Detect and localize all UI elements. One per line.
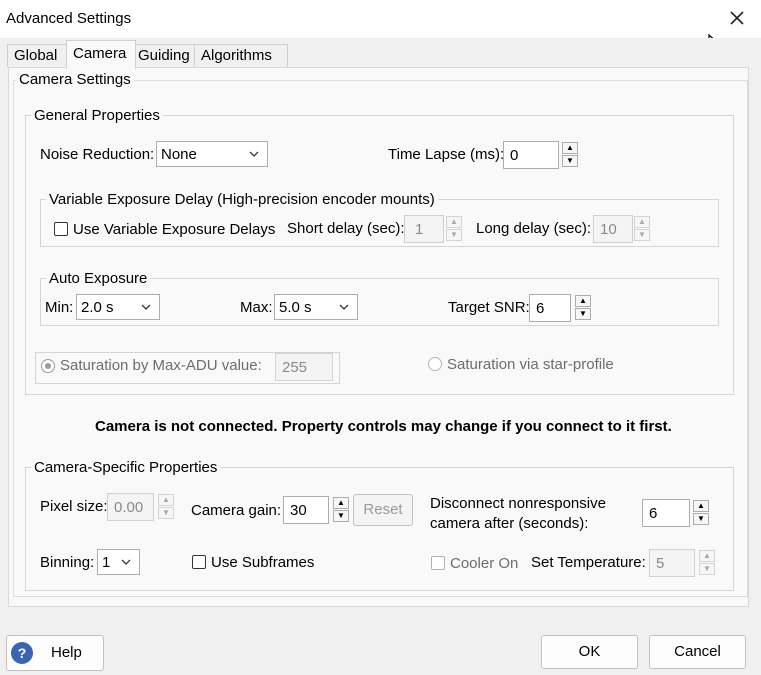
camera-gain-down-arrow[interactable]: ▼	[333, 510, 349, 522]
saturation-star-radio[interactable]	[428, 357, 442, 371]
general-properties-label: General Properties	[31, 107, 163, 124]
long-delay-down-arrow[interactable]: ▼	[634, 229, 650, 241]
time-lapse-input[interactable]: 0	[503, 141, 559, 169]
help-button[interactable]: ? Help	[6, 635, 104, 671]
noise-reduction-select[interactable]: None	[156, 141, 268, 167]
use-variable-delays-label: Use Variable Exposure Delays	[73, 221, 276, 238]
short-delay-label: Short delay (sec):	[287, 220, 405, 237]
target-snr-input[interactable]: 6	[529, 294, 571, 322]
cancel-button[interactable]: Cancel	[649, 635, 746, 669]
chevron-down-icon	[337, 300, 351, 314]
long-delay-label: Long delay (sec):	[476, 220, 592, 237]
camera-gain-label: Camera gain:	[191, 502, 282, 519]
long-delay-value: 10	[600, 221, 617, 238]
pixel-size-label: Pixel size:	[40, 498, 108, 515]
time-lapse-label: Time Lapse (ms):	[388, 146, 505, 163]
set-temperature-up-arrow[interactable]: ▲	[699, 550, 715, 562]
target-snr-down-arrow[interactable]: ▼	[575, 308, 591, 320]
cooler-on-checkbox[interactable]	[431, 556, 445, 570]
binning-value: 1	[102, 554, 111, 571]
short-delay-input[interactable]: 1	[404, 215, 444, 243]
noise-reduction-label: Noise Reduction:	[40, 146, 155, 163]
set-temperature-input[interactable]: 5	[649, 549, 695, 577]
camera-gain-input[interactable]: 30	[283, 496, 329, 524]
tab-global[interactable]: Global	[7, 44, 73, 67]
chevron-down-icon	[139, 300, 153, 314]
time-lapse-value: 0	[510, 147, 519, 164]
help-label: Help	[51, 644, 82, 661]
max-exposure-value: 5.0 s	[279, 299, 312, 316]
variable-delay-label: Variable Exposure Delay (High-precision …	[46, 191, 438, 208]
target-snr-value: 6	[536, 300, 545, 317]
target-snr-label: Target SNR:	[448, 299, 530, 316]
min-exposure-select[interactable]: 2.0 s	[76, 294, 160, 320]
disconnect-timeout-value: 6	[649, 505, 658, 522]
disconnect-label-line1: Disconnect nonresponsive	[430, 495, 606, 512]
disconnect-timeout-input[interactable]: 6	[642, 499, 690, 527]
pixel-size-value: 0.00	[114, 499, 144, 516]
pixel-size-up-arrow[interactable]: ▲	[158, 494, 174, 506]
dialog-footer	[0, 621, 761, 675]
auto-exposure-label: Auto Exposure	[46, 270, 151, 287]
use-variable-delays-checkbox[interactable]	[54, 222, 68, 236]
binning-label: Binning:	[40, 554, 95, 571]
disconnect-timeout-down-arrow[interactable]: ▼	[693, 513, 709, 525]
camera-gain-value: 30	[290, 502, 307, 519]
target-snr-up-arrow[interactable]: ▲	[575, 295, 591, 307]
time-lapse-up-arrow[interactable]: ▲	[562, 142, 578, 154]
min-exposure-value: 2.0 s	[81, 299, 114, 316]
cooler-on-label: Cooler On	[450, 555, 519, 572]
window-title: Advanced Settings	[6, 10, 132, 27]
set-temperature-value: 5	[656, 555, 665, 572]
help-icon: ?	[11, 642, 33, 664]
set-temperature-label: Set Temperature:	[531, 554, 646, 571]
max-exposure-select[interactable]: 5.0 s	[274, 294, 358, 320]
saturation-adu-radio[interactable]	[41, 359, 55, 373]
camera-gain-up-arrow[interactable]: ▲	[333, 497, 349, 509]
gain-reset-button[interactable]: Reset	[353, 494, 413, 526]
chevron-down-icon	[119, 555, 133, 569]
binning-select[interactable]: 1	[97, 549, 140, 575]
disconnect-label-line2: camera after (seconds):	[430, 515, 589, 532]
camera-not-connected-warning: Camera is not connected. Property contro…	[95, 418, 672, 435]
pixel-size-down-arrow[interactable]: ▼	[158, 507, 174, 519]
saturation-adu-value: 255	[282, 359, 308, 376]
camera-specific-label: Camera-Specific Properties	[31, 459, 221, 476]
close-icon[interactable]	[727, 8, 747, 28]
long-delay-up-arrow[interactable]: ▲	[634, 216, 650, 228]
max-exposure-label: Max:	[240, 299, 273, 316]
set-temperature-down-arrow[interactable]: ▼	[699, 563, 715, 575]
short-delay-value: 1	[415, 221, 424, 238]
time-lapse-down-arrow[interactable]: ▼	[562, 155, 578, 167]
ok-button[interactable]: OK	[541, 635, 638, 669]
short-delay-up-arrow[interactable]: ▲	[446, 216, 462, 228]
tab-algorithms[interactable]: Algorithms	[194, 44, 288, 67]
short-delay-down-arrow[interactable]: ▼	[446, 229, 462, 241]
camera-settings-label: Camera Settings	[16, 71, 134, 88]
tab-camera[interactable]: Camera	[66, 40, 136, 69]
noise-reduction-value: None	[161, 146, 197, 163]
saturation-adu-label: Saturation by Max-ADU value:	[60, 357, 262, 374]
use-subframes-checkbox[interactable]	[192, 555, 206, 569]
disconnect-timeout-up-arrow[interactable]: ▲	[693, 500, 709, 512]
long-delay-input[interactable]: 10	[593, 215, 633, 243]
min-exposure-label: Min:	[45, 299, 74, 316]
use-subframes-label: Use Subframes	[211, 554, 315, 571]
chevron-down-icon	[247, 147, 261, 161]
saturation-star-label: Saturation via star-profile	[447, 356, 614, 373]
pixel-size-input[interactable]: 0.00	[107, 493, 154, 521]
saturation-adu-input[interactable]: 255	[275, 353, 333, 381]
